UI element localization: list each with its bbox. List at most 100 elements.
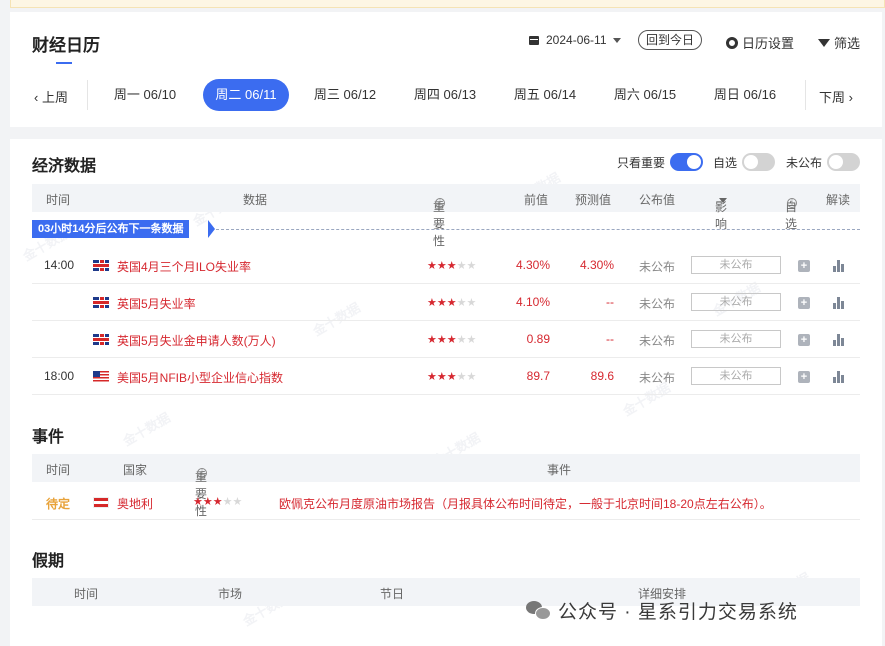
events-title: 事件: [32, 429, 65, 446]
chevron-right-icon: ›: [848, 90, 853, 105]
filter-button[interactable]: 筛选: [818, 33, 860, 52]
impact-badge: 未公布: [691, 367, 781, 385]
event-time: 待定: [46, 497, 71, 511]
col-event: 事件: [547, 463, 572, 477]
table-row: 18:00 美国5月NFIB小型企业信心指数 ★★★★★ 89.7 89.6 未…: [32, 358, 860, 395]
add-watch-icon[interactable]: +: [798, 297, 810, 309]
gear-icon: [726, 36, 738, 49]
date-picker[interactable]: 2024-06-11: [528, 33, 621, 47]
previous-value: 4.30%: [515, 258, 550, 272]
table-row: 英国5月失业率 ★★★★★ 4.10% -- 未公布 未公布 +: [32, 284, 860, 321]
back-to-today-button[interactable]: 回到今日: [638, 30, 703, 50]
row-time: 18:00: [44, 369, 75, 383]
col-time: 时间: [74, 587, 99, 601]
col-time: 时间: [46, 193, 71, 207]
calendar-settings-button[interactable]: 日历设置: [726, 33, 794, 52]
event-description[interactable]: 欧佩克公布月度原油市场报告（月报具体公布时间待定，一般于北京时间18-20点左右…: [279, 495, 772, 512]
indicator-name[interactable]: 英国5月失业率: [117, 295, 196, 312]
next-week-button[interactable]: 下周 ›: [819, 87, 853, 106]
bar-chart-icon[interactable]: [833, 371, 845, 383]
brand-text: 公众号 · 星系引力交易系统: [558, 602, 798, 623]
next-week-label: 下周: [819, 90, 846, 105]
add-watch-icon[interactable]: +: [798, 334, 810, 346]
dashed-line: [216, 229, 860, 230]
impact-badge: 未公布: [691, 256, 781, 274]
wechat-brand: 公众号 · 星系引力交易系统: [526, 597, 798, 624]
table-row: 英国5月失业金申请人数(万人) ★★★★★ 0.89 -- 未公布 未公布 +: [32, 321, 860, 358]
economic-table-header: 时间 数据 重要性 i 前值 预测值 公布值 影响 自选 i 解读: [32, 184, 860, 248]
importance-stars: ★★★★★: [427, 334, 477, 346]
impact-badge: 未公布: [691, 293, 781, 311]
divider: [87, 80, 88, 110]
indicator-name[interactable]: 英国5月失业金申请人数(万人): [117, 332, 276, 349]
day-tab-thu[interactable]: 周四 06/13: [402, 79, 488, 111]
add-watch-icon[interactable]: +: [798, 260, 810, 272]
importance-stars: ★★★★★: [193, 496, 243, 508]
holidays-title: 假期: [32, 553, 65, 570]
date-value: 2024-06-11: [546, 33, 607, 47]
info-icon[interactable]: i: [197, 468, 207, 478]
watchlist-filter[interactable]: 自选: [713, 153, 776, 171]
indicator-name[interactable]: 英国4月三个月ILO失业率: [117, 258, 251, 275]
us-flag-icon: [93, 371, 109, 382]
unpublished-toggle[interactable]: [827, 153, 861, 171]
divider: [805, 80, 806, 110]
calendar-title: 财经日历: [32, 36, 100, 55]
filter-label: 筛选: [834, 36, 861, 51]
col-holiday: 节日: [380, 587, 405, 601]
importance-stars: ★★★★★: [427, 371, 477, 383]
table-row: 14:00 英国4月三个月ILO失业率 ★★★★★ 4.30% 4.30% 未公…: [32, 247, 860, 284]
watchlist-label: 自选: [713, 155, 738, 170]
content-card: 金十数据 金十数据 金十数据 金十数据 金十数据 金十数据 金十数据 金十数据 …: [10, 139, 882, 646]
week-navigator: ‹ 上周 周一 06/10 周二 06/11 周三 06/12 周四 06/13…: [10, 78, 882, 112]
actual-value: 未公布: [639, 371, 676, 385]
actual-value: 未公布: [639, 334, 676, 348]
prev-week-button[interactable]: ‹ 上周: [34, 87, 68, 106]
forecast-value: 89.6: [590, 369, 614, 383]
important-only-toggle[interactable]: [670, 153, 704, 171]
col-time: 时间: [46, 463, 71, 477]
prev-week-label: 上周: [41, 90, 68, 105]
impact-badge: 未公布: [691, 330, 781, 348]
bar-chart-icon[interactable]: [833, 297, 845, 309]
col-country: 国家: [123, 463, 148, 477]
watermark: 金十数据: [120, 409, 173, 449]
day-tab-wed[interactable]: 周三 06/12: [302, 79, 388, 111]
importance-stars: ★★★★★: [427, 260, 477, 272]
day-tab-tue[interactable]: 周二 06/11: [203, 79, 289, 111]
importance-stars: ★★★★★: [427, 297, 477, 309]
col-previous: 前值: [524, 193, 549, 207]
events-table-header: 时间 国家 重要性 i 事件: [32, 454, 860, 518]
info-icon[interactable]: i: [787, 198, 797, 208]
notice-banner: [10, 0, 885, 8]
settings-label: 日历设置: [742, 36, 795, 51]
uk-flag-icon: [93, 260, 109, 271]
forecast-value: --: [606, 332, 614, 346]
previous-value: 0.89: [526, 332, 550, 346]
watchlist-toggle[interactable]: [742, 153, 776, 171]
chevron-down-icon: [719, 198, 727, 203]
row-time: 14:00: [44, 258, 75, 272]
actual-value: 未公布: [639, 260, 676, 274]
forecast-value: 4.30%: [579, 258, 614, 272]
day-tab-mon[interactable]: 周一 06/10: [102, 79, 188, 111]
important-only-label: 只看重要: [617, 155, 666, 170]
chevron-down-icon: [612, 37, 621, 43]
tag-arrow: [208, 220, 215, 238]
unpublished-label: 未公布: [786, 155, 823, 170]
info-icon[interactable]: i: [435, 198, 445, 208]
funnel-icon: [818, 38, 830, 47]
add-watch-icon[interactable]: +: [798, 371, 810, 383]
bar-chart-icon[interactable]: [833, 334, 845, 346]
day-tab-sat[interactable]: 周六 06/15: [602, 79, 688, 111]
bar-chart-icon[interactable]: [833, 260, 845, 272]
indicator-name[interactable]: 美国5月NFIB小型企业信心指数: [117, 369, 283, 386]
actual-value: 未公布: [639, 297, 676, 311]
day-tab-sun[interactable]: 周日 06/16: [702, 79, 788, 111]
day-tab-fri[interactable]: 周五 06/14: [502, 79, 588, 111]
col-actual: 公布值: [639, 193, 676, 207]
unpublished-filter[interactable]: 未公布: [786, 153, 861, 171]
important-only-filter[interactable]: 只看重要: [617, 153, 704, 171]
calendar-card: 财经日历 2024-06-11 回到今日 日历设置 筛选 ‹ 上周 周一 06/…: [10, 12, 882, 127]
title-underline: [56, 62, 72, 64]
